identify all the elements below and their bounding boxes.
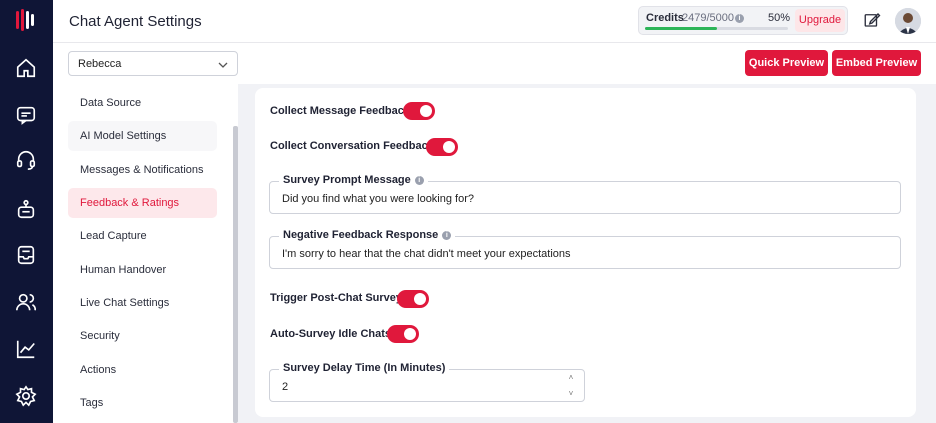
stepper-down-icon[interactable]: ˅ (566, 389, 576, 398)
nav-item-live-chat-settings[interactable]: Live Chat Settings (68, 288, 217, 318)
home-icon[interactable] (15, 57, 37, 79)
toggle-knob (404, 328, 416, 340)
auto-survey-idle-label: Auto-Survey Idle Chats (270, 328, 392, 340)
collect-conversation-feedback-toggle[interactable] (426, 138, 458, 156)
info-icon[interactable]: i (414, 176, 424, 185)
users-icon[interactable] (15, 291, 37, 313)
toggle-knob (414, 293, 426, 305)
auto-survey-idle-toggle[interactable] (387, 325, 419, 343)
toggle-knob (443, 141, 455, 153)
nav-item-human-handover[interactable]: Human Handover (68, 255, 217, 285)
inbox-icon[interactable] (15, 244, 37, 266)
quick-preview-button[interactable]: Quick Preview (745, 50, 828, 76)
nav-item-feedback-ratings[interactable]: Feedback & Ratings (68, 188, 217, 218)
stepper-up-icon[interactable]: ˄ (566, 373, 576, 382)
toggle-knob (420, 105, 432, 117)
credits-percent: 50% (768, 12, 791, 24)
nav-item-security[interactable]: Security (68, 321, 217, 351)
nav-item-ai-model-settings[interactable]: AI Model Settings (68, 121, 217, 151)
credits-count: 2479/5000 (682, 12, 734, 24)
collect-message-feedback-label: Collect Message Feedback (270, 105, 411, 117)
app-sidebar (0, 0, 53, 423)
negative-feedback-legend: Negative Feedback Response i (279, 229, 456, 241)
settings-nav: Data Source AI Model Settings Messages &… (53, 86, 233, 423)
survey-delay-value[interactable]: 2 (282, 381, 288, 393)
credits-progress-fill (645, 27, 717, 30)
survey-prompt-label: Survey Prompt Message (283, 174, 411, 186)
collect-message-feedback-toggle[interactable] (403, 102, 435, 120)
feedback-settings-card: Collect Message Feedback Collect Convers… (255, 88, 916, 417)
credits-label: Credits (646, 12, 684, 24)
survey-delay-field[interactable]: Survey Delay Time (In Minutes) 2 ˄ ˅ (269, 362, 585, 402)
page-title: Chat Agent Settings (69, 13, 202, 30)
logo-icon[interactable] (14, 8, 38, 32)
credits-progress-bar (645, 27, 788, 30)
edit-icon[interactable] (863, 11, 881, 29)
avatar[interactable] (895, 8, 921, 34)
info-icon[interactable]: i (735, 14, 744, 23)
bot-icon[interactable] (15, 198, 37, 220)
headset-icon[interactable] (15, 149, 37, 171)
credits-widget: Credits 2479/5000 i 50% Upgrade (638, 6, 848, 35)
nav-item-actions[interactable]: Actions (68, 355, 217, 385)
settings-icon[interactable] (15, 385, 37, 407)
nav-item-data-source[interactable]: Data Source (68, 88, 217, 118)
survey-prompt-field[interactable]: Survey Prompt Message i Did you find what… (269, 174, 901, 214)
survey-prompt-legend: Survey Prompt Message i (279, 174, 428, 186)
trigger-post-chat-survey-toggle[interactable] (397, 290, 429, 308)
agent-select-value: Rebecca (78, 58, 122, 70)
agent-select[interactable]: Rebecca (68, 51, 238, 76)
upgrade-button[interactable]: Upgrade (795, 9, 845, 32)
analytics-icon[interactable] (15, 338, 37, 360)
collect-conversation-feedback-label: Collect Conversation Feedback (270, 140, 434, 152)
top-header: Chat Agent Settings Credits 2479/5000 i … (53, 0, 936, 43)
survey-prompt-value[interactable]: Did you find what you were looking for? (282, 193, 474, 205)
nav-item-tags[interactable]: Tags (68, 388, 217, 418)
negative-feedback-field[interactable]: Negative Feedback Response i I'm sorry to… (269, 229, 901, 269)
embed-preview-button[interactable]: Embed Preview (832, 50, 921, 76)
info-icon[interactable]: i (442, 231, 452, 240)
negative-feedback-value[interactable]: I'm sorry to hear that the chat didn't m… (282, 248, 571, 260)
nav-item-messages-notifications[interactable]: Messages & Notifications (68, 155, 217, 185)
survey-delay-label: Survey Delay Time (In Minutes) (279, 362, 450, 374)
chevron-down-icon (217, 58, 229, 70)
negative-feedback-label: Negative Feedback Response (283, 229, 439, 241)
trigger-post-chat-survey-label: Trigger Post-Chat Survey (270, 292, 403, 304)
nav-item-lead-capture[interactable]: Lead Capture (68, 221, 217, 251)
chat-icon[interactable] (15, 104, 37, 126)
